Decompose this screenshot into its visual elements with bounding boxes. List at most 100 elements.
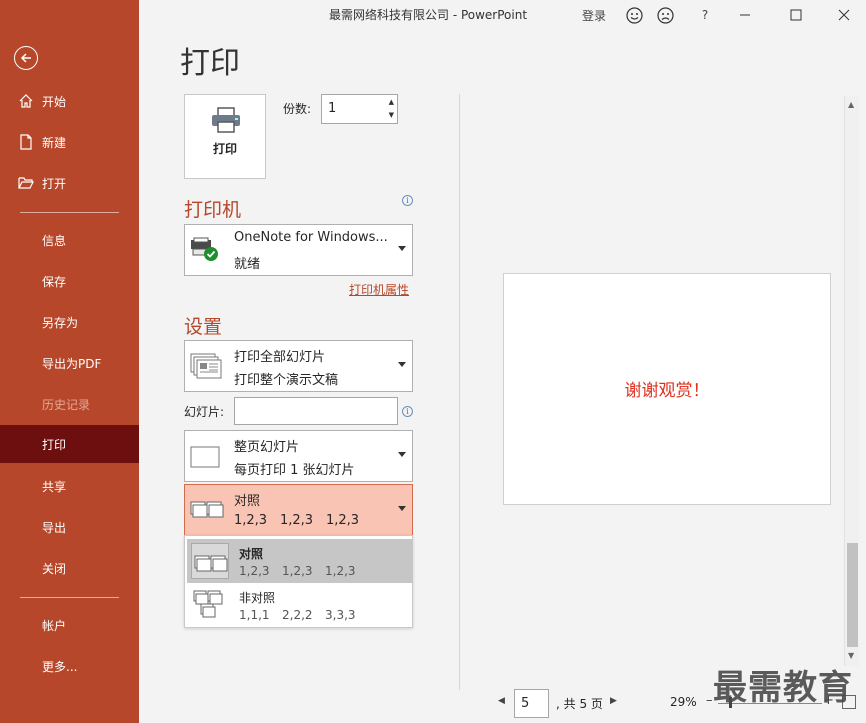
full-page-slide-icon — [190, 446, 220, 468]
info-icon[interactable]: i — [402, 195, 413, 206]
nav-history: 历史记录 — [0, 385, 139, 423]
nav-save-as[interactable]: 另存为 — [0, 303, 139, 341]
collate-num: 1,2,3 — [280, 513, 314, 528]
nav-account-label: 帐户 — [42, 618, 67, 633]
printer-name: OneNote for Windows... — [234, 230, 388, 245]
print-range-subtitle: 打印整个演示文稿 — [234, 373, 339, 388]
preview-scrollbar[interactable]: ▲ ▼ — [844, 96, 859, 666]
printer-heading: 打印机 — [184, 199, 242, 221]
nav-print[interactable]: 打印 — [0, 425, 139, 463]
nav-info-label: 信息 — [42, 233, 67, 248]
settings-heading: 设置 — [184, 316, 223, 338]
spin-down-icon[interactable]: ▼ — [389, 111, 394, 119]
previous-page-icon[interactable]: ◀ — [498, 696, 505, 706]
zoom-level[interactable]: 29% — [670, 695, 697, 709]
slides-label: 幻灯片: — [184, 405, 225, 419]
info-icon[interactable]: i — [402, 406, 413, 417]
printer-dropdown[interactable]: OneNote for Windows... 就绪 — [184, 224, 413, 276]
minimize-icon — [740, 14, 750, 16]
nav-more[interactable]: 更多... — [0, 647, 139, 685]
close-window-button[interactable] — [834, 4, 854, 26]
nav-export-pdf[interactable]: 导出为PDF — [0, 344, 139, 382]
scroll-up-icon[interactable]: ▲ — [848, 100, 854, 109]
nav-home-label: 开始 — [42, 94, 67, 109]
page-total: , 共 5 页 — [556, 697, 603, 711]
print-range-title: 打印全部幻灯片 — [234, 350, 326, 365]
watermark: 最需教育 — [713, 668, 853, 708]
slide-text: 谢谢观赏！ — [624, 381, 710, 401]
collated-icon — [191, 543, 229, 579]
collate-dropdown[interactable]: 对照 1,2,3 1,2,3 1,2,3 — [184, 484, 413, 536]
folder-open-icon — [18, 177, 34, 189]
nav-close-label: 关闭 — [42, 561, 67, 576]
nav-export-pdf-label: 导出为PDF — [42, 356, 102, 371]
printer-icon — [212, 107, 240, 133]
backstage-sidebar: 开始 新建 打开 信息 保存 另存为 导出为PDF 历史记录 打印 共享 导出 … — [0, 0, 139, 723]
print-range-dropdown[interactable]: 打印全部幻灯片 打印整个演示文稿 — [184, 340, 413, 392]
option-num: 3,3,3 — [325, 608, 356, 622]
copies-value: 1 — [328, 101, 337, 116]
option-uncollated[interactable]: 非对照 1,1,1 2,2,2 3,3,3 — [187, 583, 412, 627]
chevron-down-icon — [398, 452, 406, 457]
nav-account[interactable]: 帐户 — [0, 606, 139, 644]
signin-button[interactable]: 登录 — [582, 4, 606, 26]
option-collated-title: 对照 — [239, 547, 264, 561]
printer-properties-link[interactable]: 打印机属性 — [349, 281, 409, 298]
back-arrow-icon — [20, 53, 31, 63]
zoom-out-icon[interactable]: – — [706, 693, 713, 708]
nav-close[interactable]: 关闭 — [0, 549, 139, 587]
nav-save[interactable]: 保存 — [0, 262, 139, 300]
nav-save-as-label: 另存为 — [42, 315, 79, 330]
nav-export[interactable]: 导出 — [0, 508, 139, 546]
layout-dropdown[interactable]: 整页幻灯片 每页打印 1 张幻灯片 — [184, 430, 413, 482]
print-button[interactable]: 打印 — [184, 94, 266, 179]
frown-icon — [656, 6, 674, 24]
chevron-down-icon — [398, 246, 406, 251]
option-num: 2,2,2 — [282, 608, 313, 622]
nav-info[interactable]: 信息 — [0, 221, 139, 259]
slides-input[interactable] — [234, 397, 398, 425]
print-button-label: 打印 — [212, 142, 237, 156]
nav-history-label: 历史记录 — [42, 397, 91, 412]
option-collated[interactable]: 对照 1,2,3 1,2,3 1,2,3 — [187, 539, 412, 583]
option-num: 1,2,3 — [282, 564, 313, 578]
collated-icon — [190, 501, 224, 518]
collate-num: 1,2,3 — [326, 513, 360, 528]
layout-subtitle: 每页打印 1 张幻灯片 — [234, 463, 355, 478]
sidebar-divider — [20, 597, 119, 598]
nav-share[interactable]: 共享 — [0, 467, 139, 505]
nav-save-label: 保存 — [42, 274, 67, 289]
nav-open[interactable]: 打开 — [0, 164, 139, 202]
next-page-icon[interactable]: ▶ — [610, 696, 617, 706]
smile-icon — [625, 6, 643, 24]
nav-home[interactable]: 开始 — [0, 82, 139, 120]
maximize-icon — [790, 9, 802, 21]
title-bar: 最需网络科技有限公司 - PowerPoint 登录 ? — [139, 0, 866, 30]
chevron-down-icon — [398, 362, 406, 367]
copies-label: 份数: — [283, 102, 312, 116]
frown-feedback-button[interactable] — [654, 4, 676, 26]
help-button[interactable]: ? — [695, 4, 715, 26]
sidebar-divider — [20, 212, 119, 213]
smile-feedback-button[interactable] — [623, 4, 645, 26]
collate-options-list: 对照 1,2,3 1,2,3 1,2,3 非对照 1,1,1 2,2,2 3,3… — [184, 535, 413, 628]
back-button[interactable] — [14, 46, 38, 70]
uncollated-icon — [191, 587, 229, 623]
minimize-button[interactable] — [735, 4, 755, 26]
maximize-button[interactable] — [786, 4, 806, 26]
home-icon — [19, 94, 33, 108]
copies-stepper[interactable]: 1 ▲ ▼ — [321, 94, 398, 124]
chevron-down-icon — [398, 506, 406, 511]
scrollbar-thumb[interactable] — [847, 543, 858, 647]
option-num: 1,2,3 — [325, 564, 356, 578]
nav-new[interactable]: 新建 — [0, 123, 139, 161]
printer-ready-icon — [191, 237, 218, 261]
slides-stack-icon — [190, 353, 222, 379]
option-uncollated-title: 非对照 — [239, 591, 276, 605]
scroll-down-icon[interactable]: ▼ — [848, 651, 854, 660]
spin-up-icon[interactable]: ▲ — [389, 98, 394, 106]
nav-print-label: 打印 — [42, 437, 67, 452]
nav-share-label: 共享 — [42, 479, 67, 494]
nav-open-label: 打开 — [42, 176, 67, 191]
page-number-input[interactable]: 5 — [514, 689, 549, 718]
